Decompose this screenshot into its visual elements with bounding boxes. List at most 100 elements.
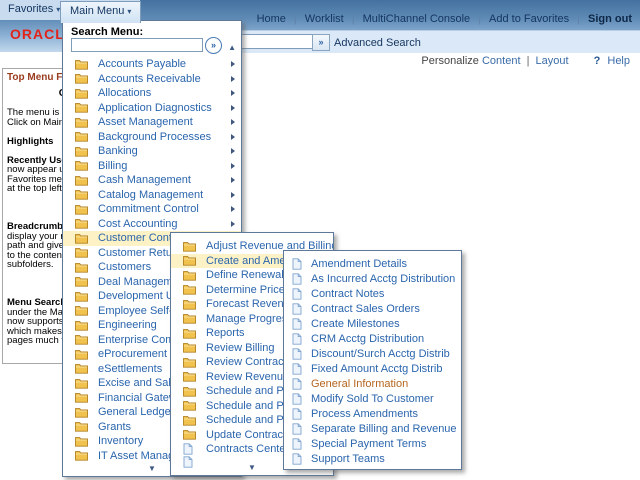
menu-item[interactable]: Billing <box>63 159 241 174</box>
search-menu-label: Search Menu: <box>71 26 143 38</box>
help-link[interactable]: Help <box>607 55 630 67</box>
separator: | <box>527 55 530 67</box>
menu-item-label: Process Amendments <box>311 408 418 420</box>
page-icon <box>292 378 304 390</box>
menu-item[interactable]: Application Diagnostics <box>63 101 241 116</box>
folder-icon <box>75 378 89 389</box>
folder-icon <box>75 59 89 70</box>
menu-item[interactable]: Commitment Control <box>63 202 241 217</box>
folder-icon <box>75 117 89 128</box>
menu-item-label: Accounts Receivable <box>98 73 201 85</box>
menu-item-label: Billing <box>98 160 127 172</box>
menu-item[interactable]: Accounts Payable <box>63 57 241 72</box>
submenu-arrow-icon <box>231 221 235 227</box>
menu-item[interactable]: Catalog Management <box>63 188 241 203</box>
menu-item-label: Accounts Payable <box>98 58 186 70</box>
menu-item[interactable]: Accounts Receivable <box>63 72 241 87</box>
menu-item-label: Special Payment Terms <box>311 438 426 450</box>
page-icon <box>183 443 197 455</box>
menu-search-input[interactable] <box>71 38 203 52</box>
menu-item[interactable]: Contract Sales Orders <box>284 301 461 316</box>
tab-main-menu-label: Main Menu <box>70 5 124 17</box>
menu-item-label: Review Billing <box>206 342 274 354</box>
folder-icon <box>75 204 89 215</box>
page-icon <box>292 273 304 285</box>
menu-item-label: Contract Sales Orders <box>311 303 420 315</box>
folder-icon <box>75 276 89 287</box>
menu-item-label: CRM Acctg Distribution <box>311 333 424 345</box>
chevron-down-icon: ▾ <box>127 7 131 16</box>
folder-icon <box>75 334 89 345</box>
folder-icon <box>75 421 89 432</box>
menu-search-go-icon[interactable]: » <box>205 37 222 54</box>
folder-icon <box>75 160 89 171</box>
menu-item-label: Commitment Control <box>98 203 199 215</box>
menu-item[interactable]: Cost Accounting <box>63 217 241 232</box>
menu-item[interactable]: Discount/Surch Acctg Distrib <box>284 346 461 361</box>
menu-item[interactable]: Special Payment Terms <box>284 436 461 451</box>
submenu-arrow-icon <box>231 90 235 96</box>
submenu-arrow-icon <box>231 119 235 125</box>
menu-item[interactable]: General Information <box>284 376 461 391</box>
folder-icon <box>183 342 197 353</box>
folder-icon <box>75 262 89 273</box>
menu-item[interactable]: Process Amendments <box>284 406 461 421</box>
page-icon <box>292 363 304 375</box>
menu-item[interactable]: Banking <box>63 144 241 159</box>
submenu-arrow-icon <box>231 177 235 183</box>
create-and-amend-submenu: Amendment Details As Incurred Acctg Distr… <box>283 250 462 470</box>
page-icon <box>292 408 304 420</box>
nav-link[interactable]: MultiChannel Console <box>363 13 471 25</box>
folder-icon <box>183 255 197 266</box>
submenu-arrow-icon <box>231 134 235 140</box>
menu-item-label: Review Revenue <box>206 371 289 383</box>
menu-item[interactable]: Support Teams <box>284 451 461 466</box>
folder-icon <box>183 415 197 426</box>
menu-item-label: Asset Management <box>98 116 193 128</box>
menu-item[interactable]: Cash Management <box>63 173 241 188</box>
nav-link[interactable]: Home <box>257 13 286 25</box>
folder-icon <box>75 320 89 331</box>
scroll-up-arrow[interactable]: ▲ <box>228 43 236 52</box>
menu-item[interactable]: Background Processes <box>63 130 241 145</box>
menu-item[interactable]: Create Milestones <box>284 316 461 331</box>
menu-item[interactable]: CRM Acctg Distribution <box>284 331 461 346</box>
tab-main-menu[interactable]: Main Menu▾ <box>60 1 141 23</box>
menu-item[interactable]: Fixed Amount Acctg Distrib <box>284 361 461 376</box>
menu-item[interactable]: Allocations <box>63 86 241 101</box>
menu-item-label: Create Milestones <box>311 318 400 330</box>
folder-icon <box>75 175 89 186</box>
menu-item-label: General Information <box>311 378 408 390</box>
tab-favorites[interactable]: Favorites▾ <box>8 3 60 15</box>
advanced-search-link[interactable]: Advanced Search <box>334 37 421 49</box>
personalize-label: Personalize <box>421 55 478 67</box>
personalize-layout-link[interactable]: Layout <box>535 55 568 67</box>
menu-item-label: As Incurred Acctg Distribution <box>311 273 455 285</box>
menu-item-label: Separate Billing and Revenue <box>311 423 457 435</box>
menu-item-label: Banking <box>98 145 138 157</box>
global-search-go-button[interactable]: » <box>312 34 330 51</box>
page-icon <box>292 303 304 315</box>
menu-item[interactable]: Amendment Details <box>284 256 461 271</box>
menu-item-label: Cost Accounting <box>98 218 178 230</box>
tab-favorites-label: Favorites <box>8 3 53 15</box>
nav-link[interactable]: Add to Favorites <box>489 13 569 25</box>
personalize-content-link[interactable]: Content <box>482 55 521 67</box>
help-icon[interactable]: ? <box>594 55 601 67</box>
menu-item-label: Engineering <box>98 319 157 331</box>
menu-item[interactable]: Modify Sold To Customer <box>284 391 461 406</box>
menu-item-label: Support Teams <box>311 453 385 465</box>
folder-icon <box>183 386 197 397</box>
menu-item[interactable]: As Incurred Acctg Distribution <box>284 271 461 286</box>
menu-item[interactable]: Contract Notes <box>284 286 461 301</box>
menu-item-label: eSettlements <box>98 363 162 375</box>
menu-item[interactable]: Asset Management <box>63 115 241 130</box>
folder-icon <box>183 357 197 368</box>
folder-icon <box>75 189 89 200</box>
menu-item-label: Reports <box>206 327 245 339</box>
global-search-input[interactable] <box>237 34 313 49</box>
nav-link[interactable]: Worklist <box>305 13 344 25</box>
sign-out-link[interactable]: Sign out <box>588 13 632 25</box>
menu-item[interactable]: Separate Billing and Revenue <box>284 421 461 436</box>
menu-item-label: Background Processes <box>98 131 211 143</box>
